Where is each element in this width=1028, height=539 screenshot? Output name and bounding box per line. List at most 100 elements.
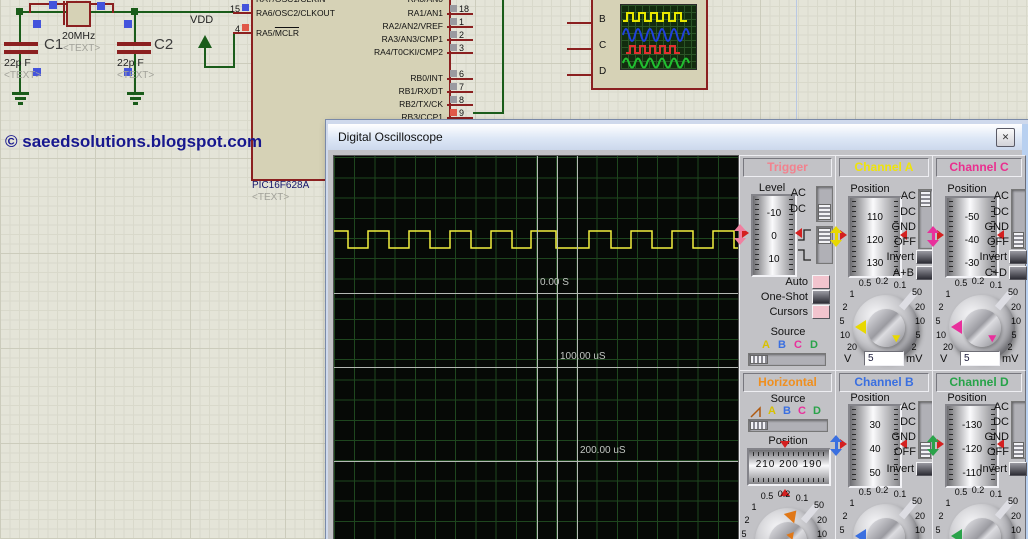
logic-state-square bbox=[242, 4, 249, 11]
wire bbox=[204, 66, 235, 68]
crystal-body[interactable] bbox=[66, 1, 91, 27]
scope-pin-stub bbox=[567, 48, 592, 50]
volts-unit-label: V bbox=[940, 353, 948, 365]
horizontal-position-dial[interactable]: 210 200 190 bbox=[747, 448, 831, 486]
knob-scale-value: 0.5 bbox=[760, 491, 774, 501]
slider-handle[interactable] bbox=[1013, 442, 1024, 458]
horizontal-source-slider[interactable] bbox=[748, 419, 828, 432]
capacitor-c2[interactable] bbox=[117, 50, 151, 54]
ac-label: AC bbox=[900, 401, 916, 413]
cursor-time-readout: 0.00 S bbox=[540, 277, 569, 288]
c2-text-placeholder: <TEXT> bbox=[117, 70, 155, 81]
ground-symbol bbox=[15, 97, 26, 100]
chip-pin-number: 4 bbox=[234, 24, 240, 34]
logic-state-square bbox=[450, 96, 457, 103]
knob-scale-value: 2 bbox=[744, 515, 750, 525]
cursor-horizontal-line[interactable] bbox=[334, 293, 738, 294]
source-a-label: A bbox=[768, 405, 776, 417]
ac-label: AC bbox=[900, 190, 916, 202]
cursor-horizontal-line[interactable] bbox=[334, 461, 738, 462]
knob-scale-value: 20 bbox=[1010, 302, 1022, 312]
invert-label: Invert bbox=[979, 251, 1007, 263]
crystal-lead bbox=[29, 3, 31, 13]
c1-text-placeholder: <TEXT> bbox=[4, 70, 42, 81]
h-position-value: 200 bbox=[779, 459, 799, 470]
knob-scale-value: 1 bbox=[751, 502, 757, 512]
trigger-section: Trigger Level -10 0 10 AC DC Auto One-Sh… bbox=[734, 155, 836, 371]
knob-scale-value: 0.1 bbox=[989, 489, 1003, 499]
sheet-border-line bbox=[796, 0, 797, 122]
cursor-vertical-line[interactable] bbox=[557, 156, 558, 539]
logic-state-square bbox=[450, 5, 457, 12]
wire-junction bbox=[16, 8, 23, 15]
oscilloscope-display[interactable]: 0.00 S 100.00 uS 200.00 uS bbox=[333, 155, 739, 539]
crystal-lead bbox=[112, 3, 114, 13]
digital-oscilloscope-window: Digital Oscilloscope ✕ 0.00 S 100.00 uS 20… bbox=[326, 120, 1028, 539]
oscilloscope-part-screen bbox=[620, 4, 697, 70]
slider-handle[interactable] bbox=[818, 204, 831, 220]
scope-input-c-label: C bbox=[599, 40, 607, 51]
logic-state-square bbox=[124, 20, 132, 28]
slider-handle[interactable] bbox=[750, 355, 768, 364]
chip-pin-label: RA0/AN0 bbox=[283, 0, 443, 4]
knob-scale-value: 0.2 bbox=[875, 485, 889, 495]
channel-a-gain-value[interactable]: 5 bbox=[864, 351, 904, 366]
cursor-vertical-line[interactable] bbox=[537, 156, 538, 539]
ground-symbol bbox=[130, 97, 141, 100]
trigger-dc-label: DC bbox=[790, 203, 806, 215]
one-shot-button[interactable] bbox=[812, 290, 830, 304]
capacitor-c2[interactable] bbox=[117, 42, 151, 46]
channel-a-title: Channel A bbox=[839, 158, 929, 177]
cursor-horizontal-line[interactable] bbox=[334, 367, 738, 368]
cursor-vertical-line[interactable] bbox=[577, 156, 578, 539]
edge-falling-icon bbox=[798, 249, 811, 261]
slider-handle[interactable] bbox=[920, 191, 931, 207]
knob-scale-value: 1 bbox=[849, 289, 855, 299]
gnd-label: GND bbox=[984, 221, 1009, 233]
knob-scale-value: 10 bbox=[1010, 316, 1022, 326]
vdd-power-arrow[interactable] bbox=[198, 28, 212, 48]
slider-handle[interactable] bbox=[750, 421, 768, 430]
window-title: Digital Oscilloscope bbox=[338, 130, 443, 144]
knob-scale-value: 10 bbox=[914, 316, 926, 326]
auto-button[interactable] bbox=[812, 275, 830, 289]
crystal-plate bbox=[63, 1, 65, 25]
logic-state-square bbox=[450, 70, 457, 77]
wire bbox=[233, 33, 235, 68]
mini-waveforms bbox=[622, 12, 690, 69]
cursors-button[interactable] bbox=[812, 305, 830, 319]
slider-handle[interactable] bbox=[1013, 232, 1024, 248]
trigger-coupling-slider[interactable] bbox=[816, 186, 833, 222]
close-icon[interactable]: ✕ bbox=[996, 128, 1015, 147]
h-position-value: 190 bbox=[802, 459, 823, 470]
knob-pointer-icon bbox=[848, 529, 866, 539]
chip-pin-label: RA2/AN2/VREF bbox=[382, 21, 443, 31]
knob-scale-value: 50 bbox=[813, 500, 825, 510]
trigger-source-slider[interactable] bbox=[748, 353, 826, 366]
wire bbox=[502, 0, 504, 114]
channel-d-coupling-slider[interactable] bbox=[1011, 401, 1026, 459]
knob-scale-value: 5 bbox=[1011, 330, 1017, 340]
channel-c-section: Channel C Position -50 -40 -30 AC DC GND… bbox=[927, 155, 1027, 371]
knob-scale-value: 50 bbox=[911, 287, 923, 297]
trigger-source-label: Source bbox=[770, 326, 806, 338]
horizontal-source-label: Source bbox=[770, 393, 806, 405]
millivolts-unit-label: mV bbox=[1002, 353, 1019, 365]
channel-c-gain-value[interactable]: 5 bbox=[960, 351, 1000, 366]
channel-c-coupling-slider[interactable] bbox=[1011, 189, 1026, 249]
capacitor-c1[interactable] bbox=[4, 42, 38, 46]
channel-c-sum-button[interactable] bbox=[1009, 266, 1027, 280]
c1-value-label: 22p F bbox=[4, 57, 31, 69]
channel-d-section: Channel D Position -130 -120 -110 AC DC … bbox=[927, 370, 1027, 539]
knob-scale-value: 0.2 bbox=[971, 485, 985, 495]
knob-scale-value: 0.1 bbox=[893, 280, 907, 290]
window-titlebar[interactable]: Digital Oscilloscope ✕ bbox=[328, 124, 1022, 151]
logic-state-square bbox=[33, 20, 41, 28]
capacitor-c1[interactable] bbox=[4, 50, 38, 54]
knob-scale-value: 2 bbox=[911, 342, 917, 352]
oscilloscope-part[interactable]: A B C D bbox=[591, 0, 708, 90]
channel-d-invert-button[interactable] bbox=[1009, 462, 1027, 476]
wire bbox=[473, 112, 504, 114]
source-a-label: A bbox=[762, 339, 770, 351]
channel-c-invert-button[interactable] bbox=[1009, 250, 1027, 264]
